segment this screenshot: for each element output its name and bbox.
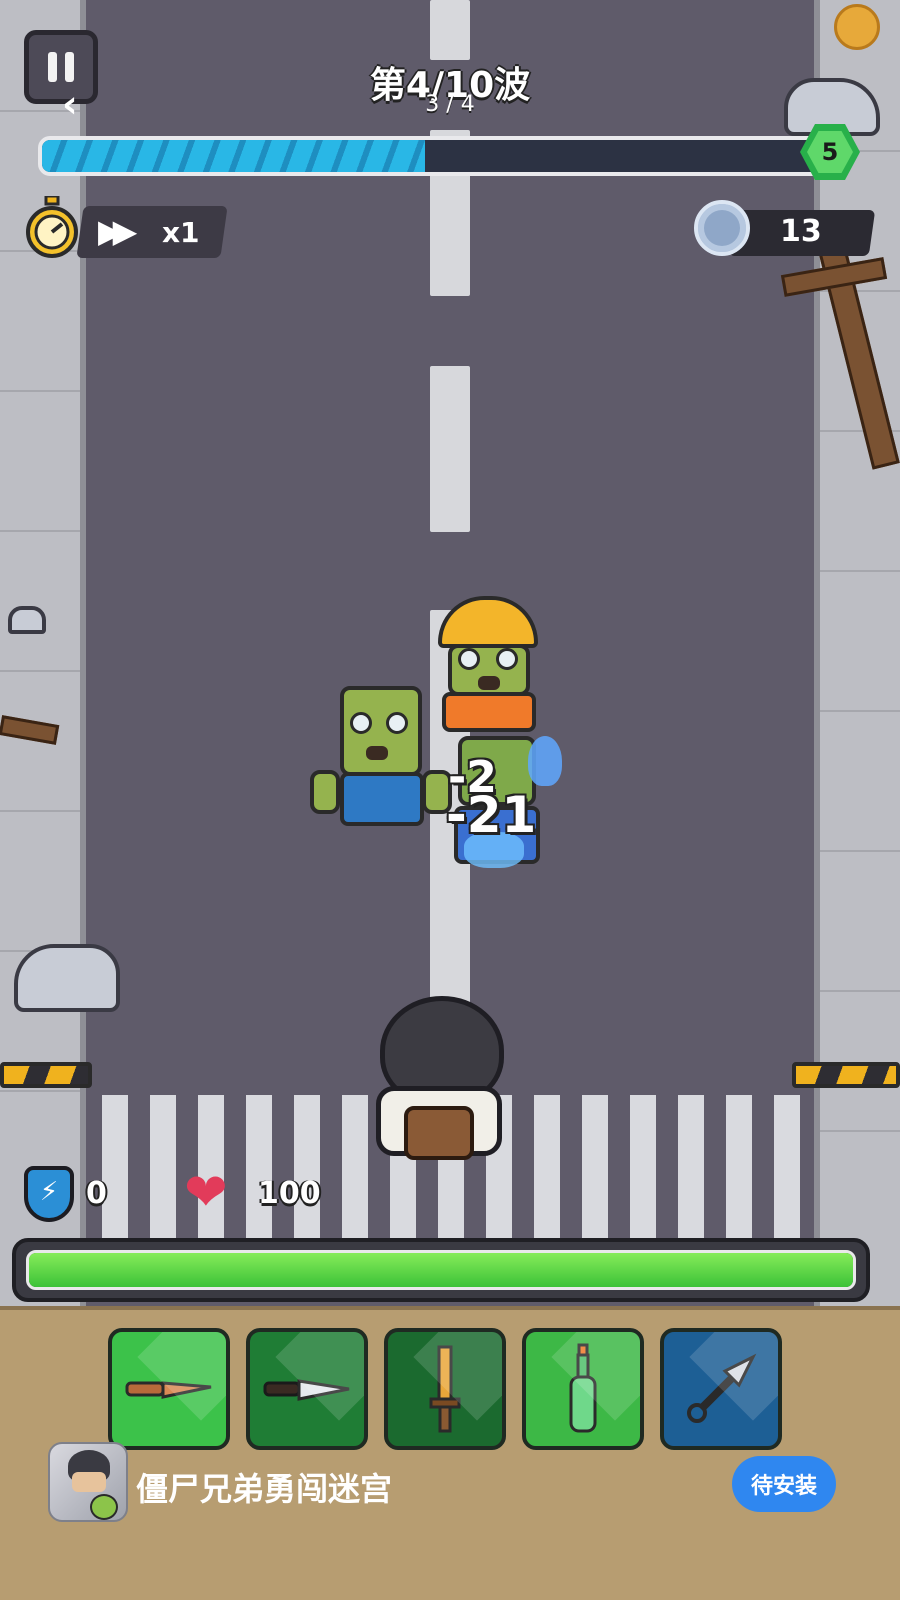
reward-badge-icon[interactable] xyxy=(834,4,880,50)
weapon-slot-3[interactable] xyxy=(384,1328,506,1450)
shield-value: 0 xyxy=(86,1176,107,1211)
road-barrier xyxy=(792,1062,900,1088)
stopwatch-icon xyxy=(26,196,78,258)
fast-forward-icon[interactable]: ▶▶ xyxy=(98,212,137,250)
wave-subprogress: 3 / 4 xyxy=(425,92,475,117)
pause-button[interactable] xyxy=(24,30,98,104)
coin-count: 13 xyxy=(780,214,822,249)
speed-multiplier[interactable]: x1 xyxy=(162,216,200,249)
weapon-slot-4[interactable] xyxy=(522,1328,644,1450)
weapon-slot-1[interactable] xyxy=(108,1328,230,1450)
health-bar xyxy=(12,1238,870,1302)
bottom-panel: 僵尸兄弟勇闯迷宫 待安装 xyxy=(0,1306,900,1600)
wave-progress-bar xyxy=(38,136,828,176)
shield-icon: ⚡ xyxy=(24,1166,74,1222)
weapon-slots xyxy=(108,1328,782,1450)
health-bar-fill xyxy=(29,1253,853,1287)
game-scene: -2 -21 ‹ 第4/10波 3 / 4 5 ▶▶ x1 13 ⚡ 0 ❤ 1… xyxy=(0,0,900,1330)
lane-marking xyxy=(430,366,470,532)
pause-icon xyxy=(48,52,57,82)
player-backpack xyxy=(404,1106,474,1160)
heart-icon: ❤ xyxy=(184,1163,228,1223)
damage-number: -21 xyxy=(446,786,537,844)
app-icon[interactable] xyxy=(48,1442,128,1522)
road-barrier xyxy=(0,1062,92,1088)
skull-coin-icon xyxy=(694,200,750,256)
weapon-slot-2[interactable] xyxy=(246,1328,368,1450)
right-sidewalk xyxy=(814,0,900,1330)
app-promo-row[interactable]: 僵尸兄弟勇闯迷宫 待安装 xyxy=(48,1442,852,1526)
install-button[interactable]: 待安装 xyxy=(732,1456,836,1512)
rock xyxy=(14,944,120,1012)
back-chevron-icon[interactable]: ‹ xyxy=(62,85,78,123)
rock xyxy=(8,606,46,634)
app-name[interactable]: 僵尸兄弟勇闯迷宫 xyxy=(136,1464,392,1510)
weapon-slot-5[interactable] xyxy=(660,1328,782,1450)
lane-marking xyxy=(430,0,470,60)
wave-progress-fill xyxy=(42,140,426,172)
health-value: 100 xyxy=(258,1176,321,1211)
